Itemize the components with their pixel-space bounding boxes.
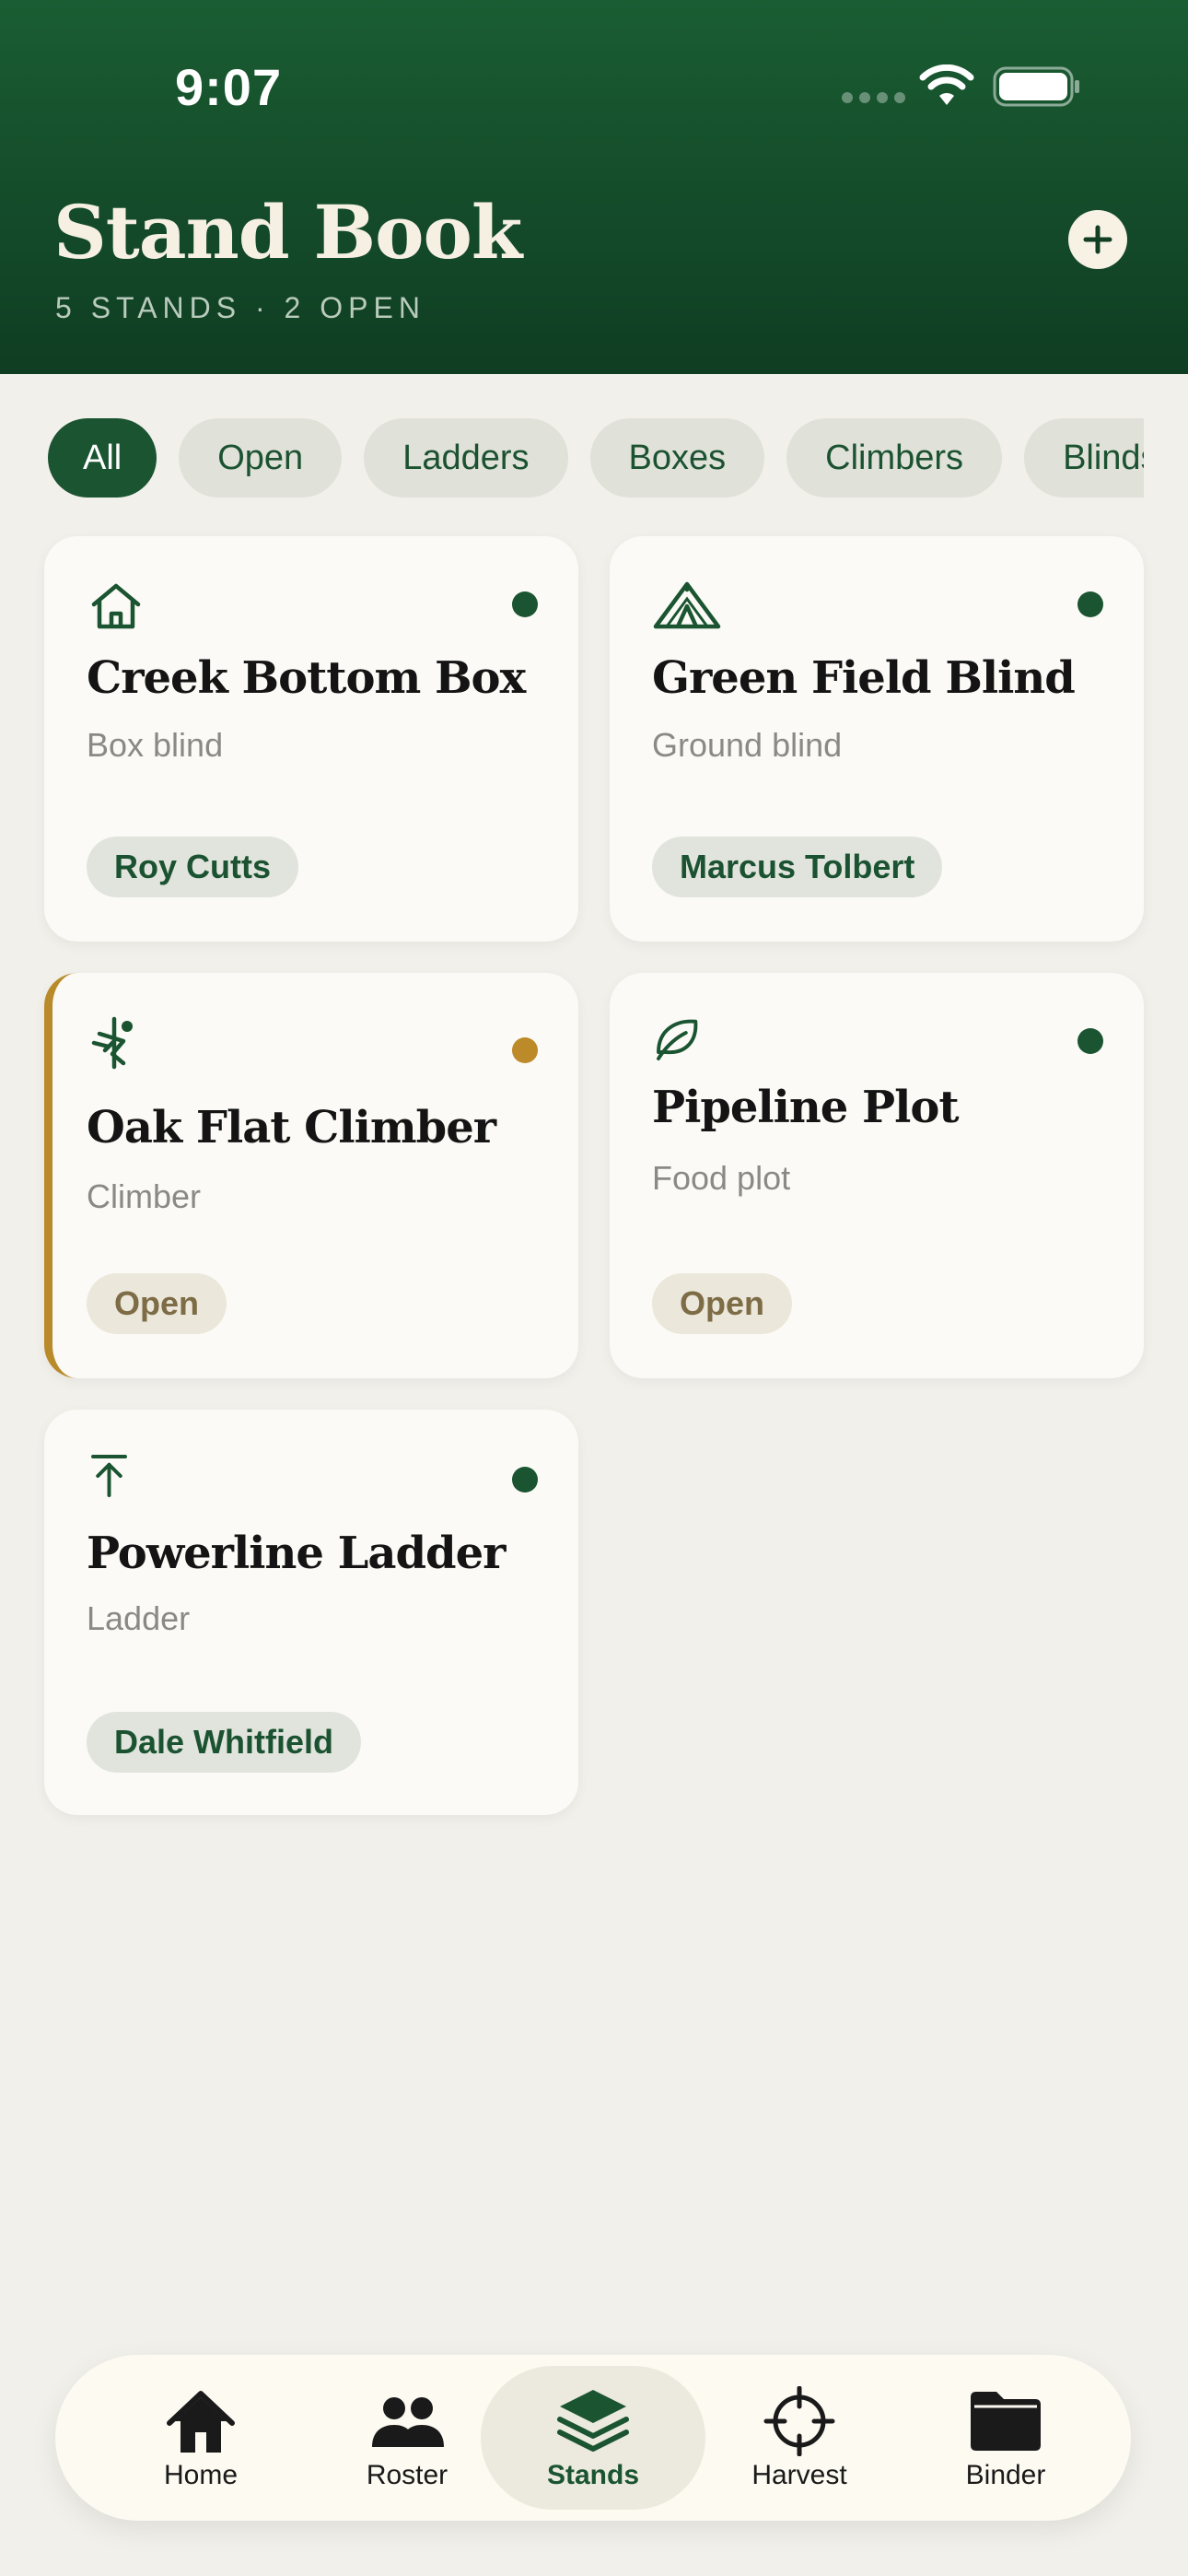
stand-name: Pipeline Plot	[652, 1082, 960, 1133]
status-dot	[1077, 1028, 1103, 1054]
tab-home[interactable]: Home	[88, 2366, 313, 2510]
stand-card[interactable]: Green Field Blind Ground blind Marcus To…	[610, 536, 1144, 942]
assignee-badge: Marcus Tolbert	[652, 837, 943, 897]
stand-name: Powerline Ladder	[87, 1528, 506, 1579]
leaf-icon	[657, 1019, 698, 1060]
stand-name: Oak Flat Climber	[87, 1102, 496, 1153]
tab-stands[interactable]: Stands	[481, 2366, 705, 2510]
assignee-badge: Roy Cutts	[87, 837, 298, 897]
stand-card[interactable]: Creek Bottom Box Box blind Roy Cutts	[44, 536, 578, 942]
stand-type: Ladder	[87, 1599, 191, 1637]
people-icon	[372, 2397, 444, 2447]
stand-card[interactable]: Powerline Ladder Ladder Dale Whitfield	[44, 1410, 578, 1815]
plus-icon	[1083, 225, 1112, 254]
ladder-icon	[91, 1455, 127, 1497]
cellular-signal-icon	[842, 92, 905, 103]
assignee-badge: Open	[652, 1273, 793, 1334]
stand-card[interactable]: Pipeline Plot Food plot Open	[610, 973, 1144, 1378]
app-header: 9:07 Stand Book 5 STANDS · 2 OPEN	[0, 0, 1188, 374]
page-subtitle: 5 STANDS · 2 OPEN	[55, 291, 425, 324]
home-icon	[167, 2391, 235, 2453]
stand-type: Box blind	[87, 726, 224, 764]
filter-chip-all[interactable]: All	[48, 418, 157, 498]
stand-type: Food plot	[652, 1159, 791, 1197]
layers-icon	[557, 2390, 629, 2452]
stand-type: Ground blind	[652, 726, 843, 764]
wifi-icon	[919, 64, 974, 105]
tab-label: Binder	[965, 2460, 1046, 2490]
tab-label: Roster	[366, 2460, 448, 2490]
filter-chips: All Open Ladders Boxes Climbers Blinds	[48, 418, 1144, 498]
status-dot	[512, 591, 538, 617]
filter-chip-open[interactable]: Open	[179, 418, 343, 498]
status-dot	[1077, 591, 1103, 617]
tab-bar: Home Roster Stands Harvest Binder	[55, 2355, 1131, 2521]
tent-icon	[653, 581, 721, 629]
tab-label: Harvest	[751, 2460, 847, 2490]
climber-icon	[91, 1016, 133, 1070]
tab-binder[interactable]: Binder	[893, 2366, 1118, 2510]
add-stand-button[interactable]	[1068, 210, 1127, 269]
tab-label: Stands	[546, 2460, 640, 2490]
battery-icon	[993, 66, 1079, 107]
status-dot	[512, 1037, 538, 1063]
filter-chip-climbers[interactable]: Climbers	[786, 418, 1003, 498]
house-icon	[91, 583, 141, 629]
assignee-badge: Open	[87, 1273, 227, 1334]
page-title: Stand Book	[53, 189, 522, 275]
assignee-badge: Dale Whitfield	[87, 1712, 362, 1773]
filter-chip-boxes[interactable]: Boxes	[589, 418, 765, 498]
filter-chip-ladders[interactable]: Ladders	[364, 418, 568, 498]
stand-name: Creek Bottom Box	[87, 652, 526, 704]
stand-name: Green Field Blind	[652, 652, 1076, 704]
status-dot	[512, 1467, 538, 1493]
stand-type: Climber	[87, 1177, 202, 1215]
tab-harvest[interactable]: Harvest	[687, 2366, 912, 2510]
crosshair-icon	[763, 2386, 835, 2456]
stand-card[interactable]: Oak Flat Climber Climber Open	[44, 973, 578, 1378]
folder-icon	[971, 2392, 1041, 2451]
filter-chip-blinds[interactable]: Blinds	[1024, 418, 1144, 498]
tab-label: Home	[163, 2460, 239, 2490]
status-time: 9:07	[175, 58, 283, 116]
